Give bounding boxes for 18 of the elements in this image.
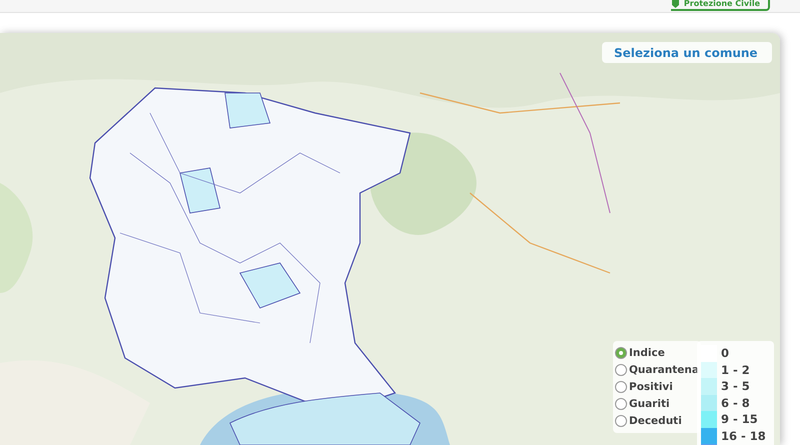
radio-button[interactable] [615,398,627,410]
radio-button[interactable] [615,381,627,393]
radio-button[interactable] [615,364,627,376]
layer-option[interactable]: Quarantena [615,362,699,378]
legend-label: 6 - 8 [721,396,750,410]
radio-button[interactable] [615,347,627,359]
comune-select[interactable]: Seleziona un comune [602,42,772,63]
legend-label: 16 - 18 [721,428,766,443]
layer-option[interactable]: Positivi [615,379,699,395]
layer-option[interactable]: Guariti [615,396,699,412]
logo-text: Protezione Civile [684,0,760,9]
layer-option[interactable]: Indice [615,345,699,361]
legend-label: 0 [721,346,730,360]
legend-label: 9 - 15 [721,412,758,426]
layer-option[interactable]: Deceduti [615,413,699,429]
radio-button[interactable] [615,415,627,427]
legend-label: 3 - 5 [721,379,750,394]
legend-label: 1 - 2 [721,362,750,377]
